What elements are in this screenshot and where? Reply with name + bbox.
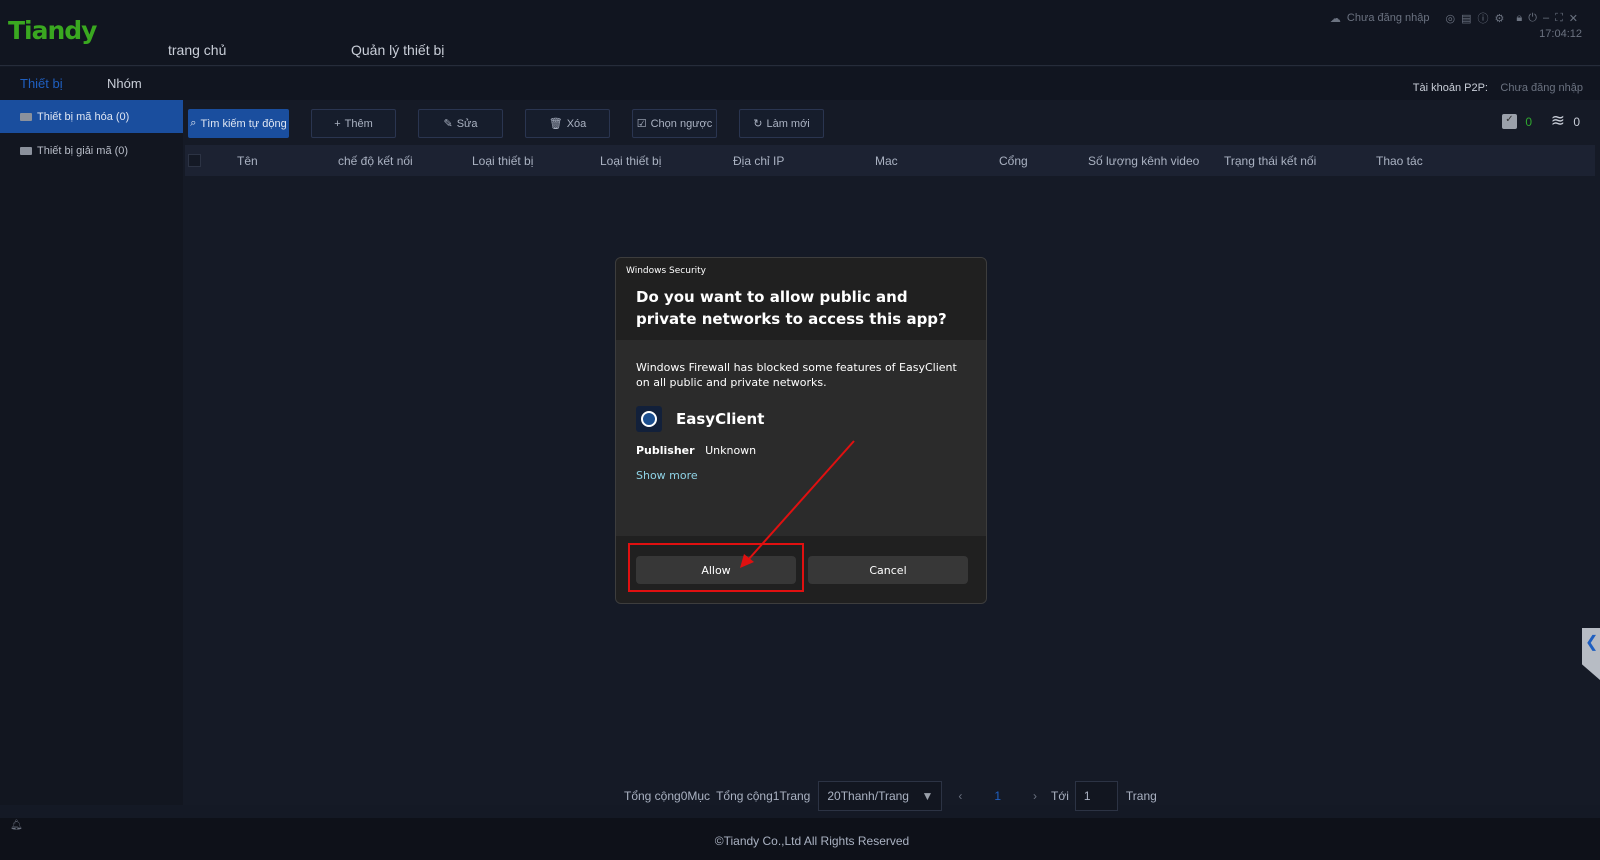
log-icon[interactable]: ▤ (1461, 12, 1471, 25)
refresh-button[interactable]: ↻ Làm mới (739, 109, 824, 138)
col-video-channels[interactable]: Số lượng kênh video (1088, 154, 1199, 168)
device-type-sidebar: Thiết bị mã hóa (0) Thiết bị giải mã (0) (0, 100, 183, 805)
dialog-message: Windows Firewall has blocked some featur… (636, 361, 957, 389)
edit-button[interactable]: ✎ Sửa (418, 109, 503, 138)
col-device-type[interactable]: Loại thiết bị (472, 154, 533, 168)
sidebar-item-label: Thiết bị mã hóa (0) (37, 110, 130, 123)
col-name[interactable]: Tên (237, 154, 258, 168)
show-more-link[interactable]: Show more (616, 457, 986, 482)
info-icon[interactable]: ⓘ (1478, 10, 1489, 26)
tab-groups[interactable]: Nhóm (107, 76, 142, 91)
pagination: Tổng cộng0Mục Tổng cộng1Trang 20Thanh/Tr… (624, 781, 1157, 811)
cancel-button[interactable]: Cancel (808, 556, 968, 584)
chevron-left-icon: ❮ (1585, 634, 1599, 651)
checkbox-icon: ☑ (636, 118, 647, 130)
nav-device-management[interactable]: Quản lý thiết bị (351, 42, 444, 58)
lock-icon[interactable]: 🔒︎ (1516, 12, 1522, 25)
nav-home[interactable]: trang chủ (168, 42, 226, 58)
col-connection-status[interactable]: Trạng thái kết nối (1224, 154, 1316, 168)
window-controls: ☁ Chưa đăng nhập ◎ ▤ ⓘ ⚙ 🔒︎ ⏻ – ⛶ ✕ (1330, 10, 1578, 26)
plus-icon: + (334, 117, 341, 130)
power-icon[interactable]: ⏻ (1528, 12, 1537, 25)
online-device-icon: ✓ (1502, 114, 1517, 129)
p2p-status[interactable]: Chưa đăng nhập (1500, 82, 1583, 94)
settings-icon[interactable]: ⚙ (1495, 12, 1505, 25)
col-device-type-2[interactable]: Loại thiết bị (600, 154, 661, 168)
invert-selection-button[interactable]: ☑ Chọn ngược (632, 109, 717, 138)
delete-button[interactable]: 🗑︎ Xóa (525, 109, 610, 138)
trash-icon: 🗑︎ (548, 118, 563, 130)
goto-page-input[interactable]: 1 (1074, 781, 1118, 811)
footer: 🔔︎ ©Tiandy Co.,Ltd All Rights Reserved (0, 818, 1600, 860)
tab-bar: Thiết bị Nhóm Tài khoản P2P: Chưa đăng n… (0, 67, 1600, 100)
layers-icon: ≋ (1550, 111, 1565, 130)
cloud-icon: ☁ (1329, 12, 1341, 25)
col-port[interactable]: Cổng (999, 154, 1028, 168)
clock: 17:04:12 (1539, 28, 1582, 40)
total-count: 0 (1573, 115, 1580, 129)
dropdown-arrow-icon: ▼ (921, 789, 934, 803)
dialog-caption: Windows Security (626, 266, 706, 276)
allow-highlight-box (628, 543, 804, 592)
tiandy-logo: Tiandy (8, 16, 97, 45)
login-status[interactable]: Chưa đăng nhập (1347, 12, 1430, 24)
p2p-label: Tài khoản P2P: (1412, 82, 1488, 94)
search-icon: ⌕ (190, 117, 197, 129)
prev-page-icon[interactable]: ‹ (958, 789, 962, 803)
sidebar-item-label: Thiết bị giải mã (0) (37, 144, 129, 157)
page-size-select[interactable]: 20Thanh/Trang ▼ (818, 781, 943, 811)
copyright: ©Tiandy Co.,Ltd All Rights Reserved (714, 834, 910, 848)
table-header: Tên chế độ kết nối Loại thiết bị Loại th… (185, 145, 1595, 176)
device-icon (20, 146, 32, 155)
select-all-checkbox[interactable] (188, 154, 201, 167)
next-page-icon[interactable]: › (1033, 789, 1037, 803)
current-page[interactable]: 1 (994, 789, 1001, 803)
easyclient-app-icon (636, 406, 662, 432)
sidebar-item-decoder[interactable]: Thiết bị giải mã (0) (0, 134, 183, 167)
auto-search-button[interactable]: ⌕ Tìm kiếm tự động (188, 109, 289, 138)
sidebar-item-encoder[interactable]: Thiết bị mã hóa (0) (0, 100, 183, 133)
windows-security-dialog: Windows Security Do you want to allow pu… (615, 257, 987, 604)
dialog-title: Do you want to allow public and private … (636, 288, 947, 328)
user-icon[interactable]: ◎ (1446, 12, 1456, 25)
app-name: EasyClient (676, 410, 765, 428)
page-suffix: Trang (1125, 789, 1157, 803)
publisher-value: Unknown (705, 444, 757, 457)
col-ip[interactable]: Địa chỉ IP (733, 154, 784, 168)
bell-icon[interactable]: 🔔︎ (10, 820, 23, 831)
minimize-icon[interactable]: – (1543, 12, 1549, 24)
total-items: Tổng cộng0Mục (624, 789, 711, 803)
online-count: 0 (1525, 115, 1532, 129)
tab-devices[interactable]: Thiết bị (20, 76, 63, 91)
col-actions[interactable]: Thao tác (1376, 154, 1423, 168)
col-mac[interactable]: Mac (875, 154, 898, 168)
total-pages: Tổng cộng1Trang (716, 789, 811, 803)
app-header: Tiandy trang chủ Quản lý thiết bị ☁ Chưa… (0, 0, 1600, 66)
goto-label: Tới (1051, 789, 1069, 803)
device-icon (20, 112, 32, 121)
pencil-icon: ✎ (443, 118, 453, 130)
close-icon[interactable]: ✕ (1569, 12, 1578, 25)
col-connection-mode[interactable]: chế độ kết nối (338, 154, 413, 168)
fullscreen-icon[interactable]: ⛶ (1555, 12, 1563, 25)
add-button[interactable]: + Thêm (311, 109, 396, 138)
publisher-label: Publisher (636, 444, 695, 457)
refresh-icon: ↻ (753, 118, 763, 130)
